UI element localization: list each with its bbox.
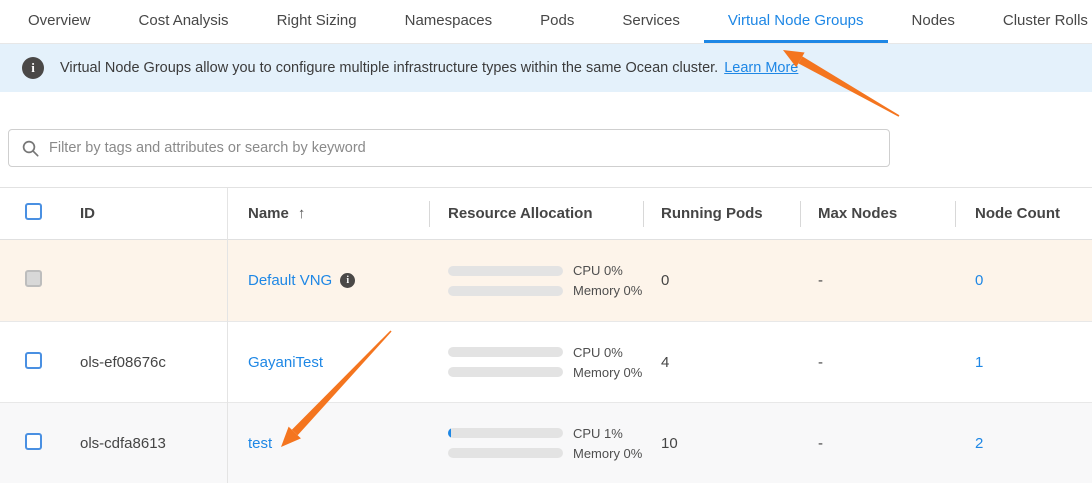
max-nodes-value: - bbox=[800, 272, 955, 289]
memory-usage-bar bbox=[448, 286, 563, 296]
vng-name-link[interactable]: GayaniTest bbox=[248, 354, 323, 371]
max-nodes-value: - bbox=[800, 435, 955, 452]
node-count-link[interactable]: 0 bbox=[975, 272, 983, 289]
running-pods-value: 4 bbox=[643, 354, 800, 371]
column-header-max-nodes[interactable]: Max Nodes bbox=[800, 205, 955, 222]
info-icon[interactable]: i bbox=[340, 273, 355, 288]
node-count-link[interactable]: 1 bbox=[975, 354, 983, 371]
cluster-tab-bar: Overview Cost Analysis Right Sizing Name… bbox=[0, 0, 1092, 44]
filter-search-box[interactable] bbox=[8, 129, 890, 167]
cpu-usage-bar bbox=[448, 347, 563, 357]
resource-allocation: CPU 0% Memory 0% bbox=[429, 258, 643, 303]
tab-pods[interactable]: Pods bbox=[516, 0, 598, 43]
table-header-row: ID Name ↑ Resource Allocation Running Po… bbox=[0, 188, 1092, 240]
vng-id: ols-ef08676c bbox=[62, 354, 227, 371]
row-checkbox[interactable] bbox=[25, 433, 42, 450]
tab-cost-analysis[interactable]: Cost Analysis bbox=[115, 0, 253, 43]
row-checkbox bbox=[25, 270, 42, 287]
column-header-id[interactable]: ID bbox=[62, 205, 227, 222]
sort-ascending-icon: ↑ bbox=[298, 205, 306, 222]
search-icon bbox=[22, 140, 39, 157]
vng-id: ols-cdfa8613 bbox=[62, 435, 227, 452]
tab-namespaces[interactable]: Namespaces bbox=[381, 0, 517, 43]
tab-cluster-rolls[interactable]: Cluster Rolls bbox=[979, 0, 1092, 43]
search-input[interactable] bbox=[49, 140, 876, 156]
resource-allocation: CPU 0% Memory 0% bbox=[429, 340, 643, 385]
cpu-usage-bar bbox=[448, 428, 563, 438]
tab-right-sizing[interactable]: Right Sizing bbox=[253, 0, 381, 43]
tab-nodes[interactable]: Nodes bbox=[888, 0, 979, 43]
running-pods-value: 0 bbox=[643, 272, 800, 289]
resource-allocation: CPU 1% Memory 0% bbox=[429, 421, 643, 466]
column-header-resource-allocation[interactable]: Resource Allocation bbox=[429, 205, 643, 222]
tab-virtual-node-groups[interactable]: Virtual Node Groups bbox=[704, 0, 888, 43]
banner-text: Virtual Node Groups allow you to configu… bbox=[60, 60, 718, 76]
column-header-node-count[interactable]: Node Count bbox=[955, 205, 1092, 222]
table-body: Default VNG i CPU 0% Memory 0% 0 - 0 ols… bbox=[0, 240, 1092, 483]
memory-usage-bar bbox=[448, 448, 563, 458]
info-icon: i bbox=[22, 57, 44, 79]
max-nodes-value: - bbox=[800, 354, 955, 371]
column-divider bbox=[227, 188, 228, 483]
cpu-usage-bar bbox=[448, 266, 563, 276]
vng-table: ID Name ↑ Resource Allocation Running Po… bbox=[0, 187, 1092, 483]
vng-name-link[interactable]: Default VNG bbox=[248, 272, 332, 289]
column-header-running-pods[interactable]: Running Pods bbox=[643, 205, 800, 222]
tab-overview[interactable]: Overview bbox=[4, 0, 115, 43]
table-row-default-vng: Default VNG i CPU 0% Memory 0% 0 - 0 bbox=[0, 240, 1092, 321]
running-pods-value: 10 bbox=[643, 435, 800, 452]
node-count-link[interactable]: 2 bbox=[975, 435, 983, 452]
column-header-name[interactable]: Name ↑ bbox=[227, 205, 429, 222]
vng-name-link[interactable]: test bbox=[248, 435, 272, 452]
info-banner: i Virtual Node Groups allow you to confi… bbox=[0, 44, 1092, 92]
table-row-gayanitest: ols-ef08676c GayaniTest CPU 0% Memory 0%… bbox=[0, 321, 1092, 402]
learn-more-link[interactable]: Learn More bbox=[724, 60, 798, 76]
tab-services[interactable]: Services bbox=[598, 0, 704, 43]
row-checkbox[interactable] bbox=[25, 352, 42, 369]
table-row-test: ols-cdfa8613 test CPU 1% Memory 0% 10 - … bbox=[0, 402, 1092, 483]
select-all-checkbox[interactable] bbox=[25, 203, 42, 220]
memory-usage-bar bbox=[448, 367, 563, 377]
